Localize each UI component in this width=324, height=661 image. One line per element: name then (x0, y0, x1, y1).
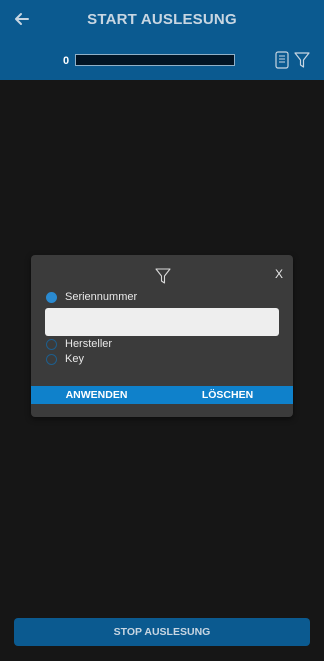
radio-label: Seriennummer (65, 291, 138, 303)
dialog-button-bar: ANWENDEN LÖSCHEN (31, 386, 293, 404)
read-count: 0 (63, 55, 70, 67)
filter-value-input[interactable] (45, 308, 279, 336)
apply-button[interactable]: ANWENDEN (31, 386, 162, 404)
filter-icon[interactable] (294, 51, 310, 69)
top-app-bar: START AUSLESUNG 0 (0, 0, 324, 80)
page-title: START AUSLESUNG (87, 11, 237, 28)
filter-icon (155, 268, 171, 284)
clear-button[interactable]: LÖSCHEN (162, 386, 293, 404)
stop-reading-button[interactable]: STOP AUSLESUNG (14, 618, 310, 646)
device-icon[interactable] (275, 51, 289, 69)
radio-button[interactable] (46, 291, 57, 303)
progress-bar (75, 54, 235, 66)
radio-label: Key (65, 353, 84, 365)
radio-hersteller[interactable]: Hersteller (46, 337, 112, 351)
radio-button[interactable] (46, 353, 57, 365)
radio-seriennummer[interactable]: Seriennummer (46, 290, 137, 304)
filter-dialog: X Seriennummer Hersteller Key ANWENDEN L… (31, 255, 293, 417)
radio-button[interactable] (46, 338, 57, 350)
close-button[interactable]: X (275, 267, 283, 281)
radio-key[interactable]: Key (46, 352, 84, 366)
radio-label: Hersteller (65, 338, 113, 350)
